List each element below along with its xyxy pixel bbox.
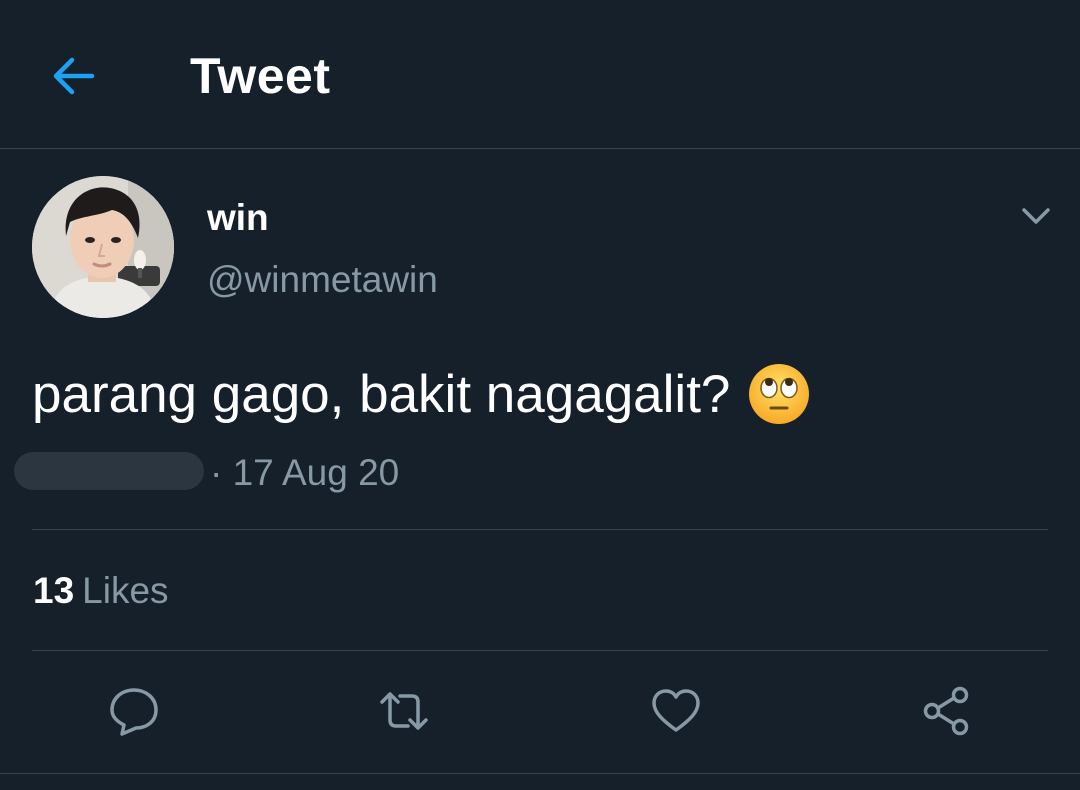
tweet-detail-screen: Tweet win @winmetawin parang gago, bakit… [0, 0, 1080, 790]
top-app-bar: Tweet [0, 0, 1080, 149]
tweet-meta: · 17 Aug 20 [14, 448, 614, 498]
tweet-body: parang gago, bakit nagagalit? [32, 362, 811, 430]
retweet-icon [380, 692, 428, 730]
reply-button[interactable] [106, 684, 162, 738]
back-button[interactable] [44, 46, 104, 106]
reply-icon [110, 688, 158, 736]
divider [0, 773, 1080, 774]
share-button[interactable] [918, 684, 974, 738]
arrow-left-icon [53, 57, 95, 95]
likes-stat[interactable]: 13 Likes [33, 568, 169, 614]
share-icon [923, 686, 969, 736]
tweet-date: · 17 Aug 20 [210, 452, 400, 493]
retweet-button[interactable] [376, 684, 432, 738]
heart-icon [652, 689, 700, 732]
likes-count: 13 [33, 570, 75, 611]
face-with-rolling-eyes-icon [749, 364, 810, 424]
likes-label: Likes [82, 570, 169, 611]
divider [32, 529, 1048, 530]
page-title: Tweet [190, 48, 331, 104]
author-handle[interactable]: @winmetawin [207, 258, 438, 302]
like-button[interactable] [648, 684, 704, 738]
redacted-timestamp [14, 452, 204, 490]
tweet-text: parang gago, bakit nagagalit? [32, 365, 731, 424]
profile-photo [32, 176, 174, 318]
chevron-down-icon [1022, 208, 1050, 224]
divider [32, 650, 1048, 651]
tweet-menu-button[interactable] [1014, 196, 1058, 236]
avatar[interactable] [32, 176, 174, 318]
author-display-name[interactable]: win [207, 196, 269, 240]
